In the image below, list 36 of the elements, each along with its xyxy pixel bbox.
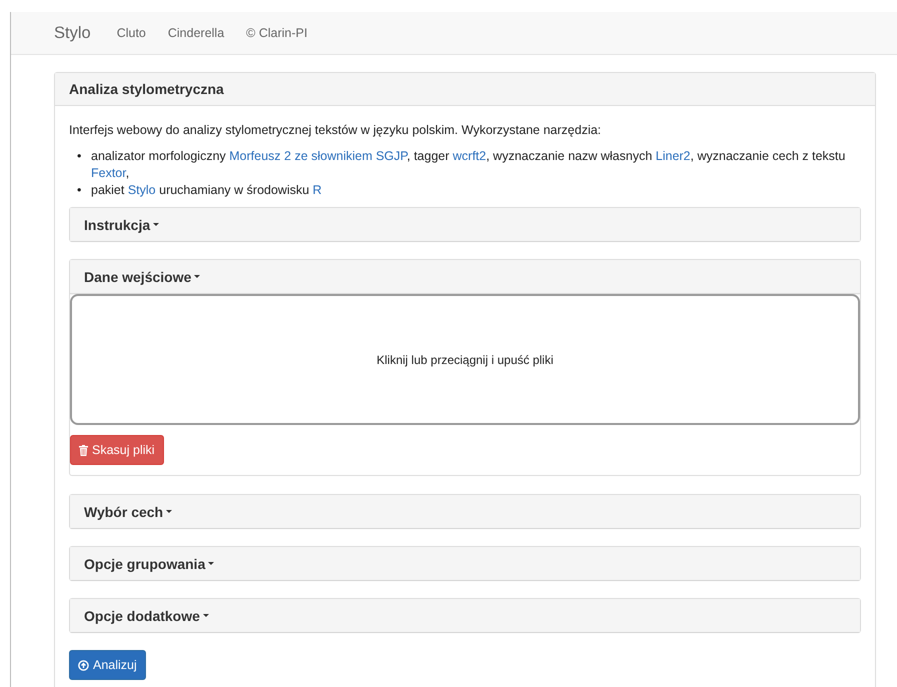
bullet-text: , wyznaczanie nazw własnych: [486, 149, 654, 163]
tool-link[interactable]: Stylo: [128, 183, 156, 197]
bullet-text: pakiet: [91, 183, 126, 197]
tool-link[interactable]: wcrft2: [452, 149, 486, 163]
bullet-text: ,: [126, 166, 130, 180]
bullet-text: uruchamiany w środowisku: [158, 183, 310, 197]
nav-link[interactable]: Cinderella: [168, 26, 224, 40]
tool-link[interactable]: R: [312, 183, 322, 197]
caret-icon: [202, 614, 209, 617]
brand-link[interactable]: Stylo: [54, 24, 91, 42]
section-header[interactable]: Wybór cech: [70, 495, 860, 528]
caret-icon: [166, 510, 172, 513]
nav-link[interactable]: Cluto: [116, 26, 146, 40]
file-dropzone[interactable]: Kliknij lub przeciągnij i upuść pliki: [70, 294, 860, 425]
section-header[interactable]: Dane wejściowe: [70, 260, 860, 294]
caret-icon: [194, 275, 200, 278]
tool-link[interactable]: Liner2: [656, 149, 690, 163]
caret-icon: [153, 223, 160, 226]
tool-link[interactable]: Morfeusz 2 ze słownikiem SGJP: [229, 149, 407, 163]
tool-link[interactable]: Fextor: [91, 166, 126, 180]
nav-link[interactable]: © Clarin-PI: [246, 26, 308, 40]
section-header[interactable]: Opcje grupowania: [70, 547, 860, 580]
delete-files-button[interactable]: Skasuj pliki: [70, 435, 164, 465]
panel-title: Analiza stylometryczna: [55, 73, 875, 106]
analyze-button[interactable]: Analizuj: [69, 650, 146, 680]
caret-icon: [208, 562, 214, 565]
intro-text: Interfejs webowy do analizy stylometrycznej tekstów w języku polskim. Wykorzystane narzędzia:: [69, 122, 602, 139]
upload-circle-icon: [78, 660, 89, 670]
bullet-marker: •: [77, 182, 82, 199]
section-header[interactable]: Opcje dodatkowe: [70, 599, 860, 632]
section-header[interactable]: Instrukcja: [70, 208, 860, 241]
bullet-text: , wyznaczanie cech z tekstu: [690, 149, 846, 163]
bullet-marker: •: [77, 148, 82, 165]
bullet-text: analizator morfologiczny: [91, 149, 227, 163]
bullet-text: , tagger: [406, 149, 450, 163]
trash-icon: [79, 444, 88, 456]
